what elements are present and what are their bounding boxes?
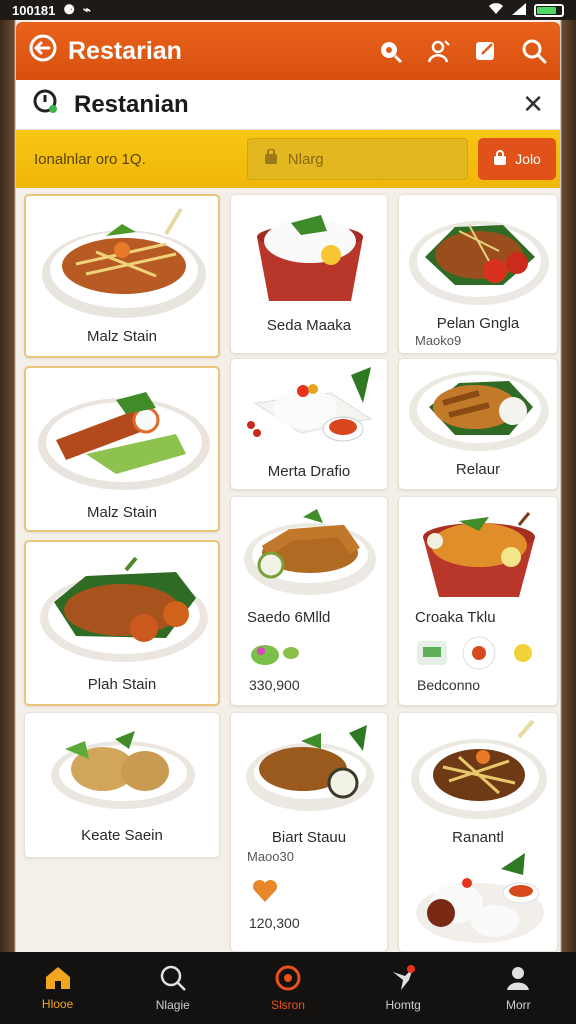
bag-icon	[264, 148, 278, 169]
menu-card[interactable]: Keate Saein	[24, 712, 220, 858]
menu-card[interactable]: Malz Stain	[24, 366, 220, 532]
nav-profile[interactable]: Morr	[473, 964, 563, 1012]
food-image	[257, 215, 363, 301]
card-title: Malz Stain	[86, 504, 158, 521]
search-input[interactable]: Nlarg	[246, 138, 468, 180]
card-price: 120,300	[249, 915, 300, 931]
food-image	[409, 221, 549, 305]
food-image	[42, 207, 206, 318]
card-title: Relaur	[455, 461, 501, 478]
nav-home[interactable]: Hlooe	[13, 965, 103, 1011]
side-dish-icon	[251, 645, 299, 665]
food-image	[411, 719, 547, 819]
signal-icon	[512, 2, 526, 18]
card-title: Malz Stain	[86, 328, 158, 345]
nav-label: Slsron	[270, 998, 305, 1012]
nav-home-alt[interactable]: Homtg	[358, 964, 448, 1012]
card-title: Ranantl	[452, 829, 504, 846]
lock-icon	[493, 149, 507, 169]
nav-label: Hlooe	[41, 997, 74, 1011]
bottom-navigation: Hlooe Nlagie Slsron Homtg Morr	[0, 952, 576, 1024]
food-image	[51, 731, 195, 809]
search-icon	[160, 965, 186, 991]
card-title: Pelan Gngla	[436, 315, 520, 332]
profile-icon	[507, 967, 530, 990]
app-title: Restarian	[68, 36, 182, 65]
wifi-icon	[488, 2, 504, 18]
menu-card[interactable]: Plah Stain	[24, 540, 220, 706]
share-icon[interactable]	[424, 37, 452, 65]
food-image	[423, 512, 535, 597]
filter-label: Ionalnlar oro 1Q.	[34, 150, 146, 168]
food-image	[247, 367, 373, 442]
menu-card[interactable]: Ranantl	[398, 712, 558, 952]
food-image	[40, 556, 208, 662]
search-settings-icon[interactable]	[376, 37, 404, 65]
status-notification-icon: ⚈	[63, 2, 76, 17]
menu-card[interactable]: Seda Maaka	[230, 194, 388, 354]
nav-label: Morr	[506, 998, 531, 1012]
close-icon[interactable]: ✕	[522, 89, 544, 120]
battery-icon	[534, 3, 564, 17]
status-bar: 100181 ⚈ ⌁	[0, 0, 576, 20]
card-title: Biart Stauu	[271, 829, 347, 846]
food-image	[416, 853, 544, 943]
menu-card[interactable]: Malz Stain	[24, 194, 220, 358]
search-icon[interactable]	[520, 37, 548, 65]
nav-record[interactable]: Slsron	[243, 964, 333, 1012]
card-meta: Maoo30	[247, 849, 294, 864]
side-dishes-icon	[417, 636, 536, 670]
card-title: Merta Drafio	[267, 463, 351, 480]
filter-button-label: Jolo	[515, 151, 541, 167]
menu-grid: Malz Stain Seda Maaka Pelan Gngla Maoko9	[16, 188, 560, 952]
nav-label: Nlagie	[155, 998, 190, 1012]
card-title: Keate Saein	[81, 827, 163, 844]
edit-icon[interactable]	[472, 37, 500, 65]
nav-search[interactable]: Nlagie	[128, 964, 218, 1012]
card-title: Saedo 6Mlld	[247, 609, 331, 626]
card-title: Seda Maaka	[266, 317, 352, 334]
food-image	[246, 725, 374, 811]
info-icon	[32, 88, 60, 121]
dialog-header: Restanian ✕	[16, 80, 560, 130]
food-image	[409, 371, 549, 451]
card-price: 330,900	[249, 677, 300, 693]
bird-icon	[393, 965, 416, 990]
nav-label: Homtg	[385, 998, 421, 1012]
filter-bar: Ionalnlar oro 1Q. Nlarg Jolo	[16, 130, 560, 188]
home-icon	[45, 967, 70, 989]
card-meta: Maoko9	[415, 333, 462, 348]
status-bluetooth-icon: ⌁	[83, 2, 91, 17]
app-bar: Restarian	[16, 22, 560, 80]
record-icon	[275, 965, 301, 991]
card-title: Croaka Tklu	[415, 609, 496, 626]
search-placeholder: Nlarg	[287, 150, 324, 168]
card-price: Bedconno	[417, 677, 481, 693]
menu-card[interactable]: Croaka Tklu Bedconno	[398, 496, 558, 706]
menu-card[interactable]: Merta Drafio	[230, 358, 388, 490]
food-image	[244, 509, 376, 595]
back-button[interactable]	[28, 33, 58, 69]
status-time: 100181	[12, 2, 56, 18]
heart-icon	[252, 879, 278, 902]
filter-button[interactable]: Jolo	[478, 138, 556, 180]
card-title: Plah Stain	[87, 676, 157, 693]
menu-card[interactable]: Pelan Gngla Maoko9	[398, 194, 558, 354]
dialog-title: Restanian	[74, 90, 189, 118]
food-image	[38, 392, 210, 490]
menu-card[interactable]: Biart Stauu Maoo30 120,300	[230, 712, 388, 952]
menu-card[interactable]: Saedo 6Mlld 330,900	[230, 496, 388, 706]
menu-card[interactable]: Relaur	[398, 358, 558, 490]
